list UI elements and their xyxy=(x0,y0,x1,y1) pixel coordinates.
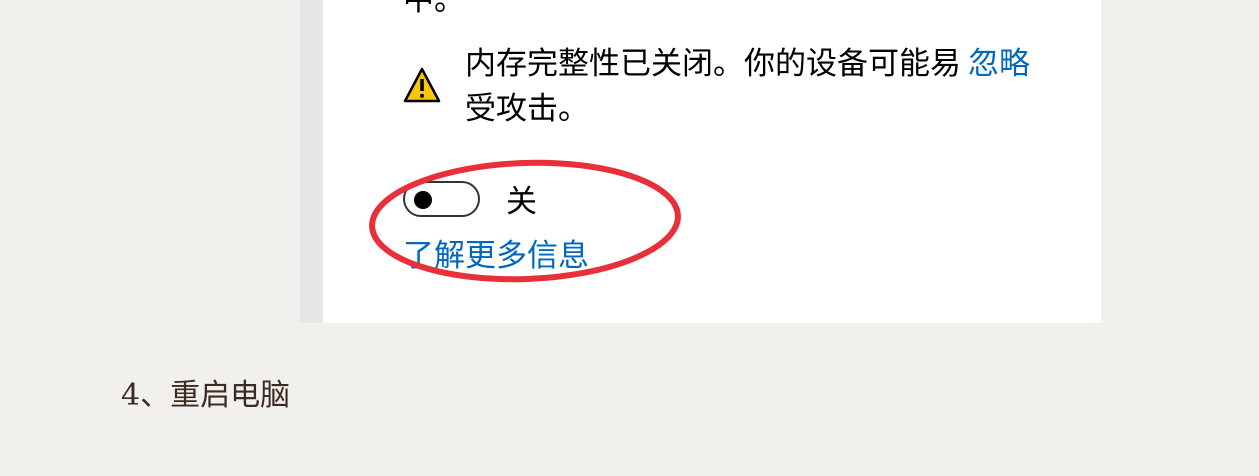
dismiss-link[interactable]: 忽略 xyxy=(968,42,1030,87)
memory-integrity-toggle[interactable] xyxy=(403,181,480,217)
step-caption: 4、重启电脑 xyxy=(121,378,291,413)
warning-triangle-icon xyxy=(403,67,441,103)
learn-more-link[interactable]: 了解更多信息 xyxy=(403,234,589,279)
settings-screenshot: 中。 内存完整性已关闭。你的设备可能易受攻击。 忽略 关 了解更多信息 xyxy=(300,0,1101,323)
toggle-knob xyxy=(414,191,432,209)
toggle-state-label: 关 xyxy=(506,184,537,220)
memory-integrity-toggle-row: 关 xyxy=(403,181,603,221)
settings-panel: 中。 内存完整性已关闭。你的设备可能易受攻击。 忽略 关 了解更多信息 xyxy=(323,0,1101,323)
warning-row: 内存完整性已关闭。你的设备可能易受攻击。 忽略 xyxy=(403,40,1043,136)
warning-message: 内存完整性已关闭。你的设备可能易受攻击。 xyxy=(465,46,961,127)
cut-off-text: 中。 xyxy=(403,0,465,18)
